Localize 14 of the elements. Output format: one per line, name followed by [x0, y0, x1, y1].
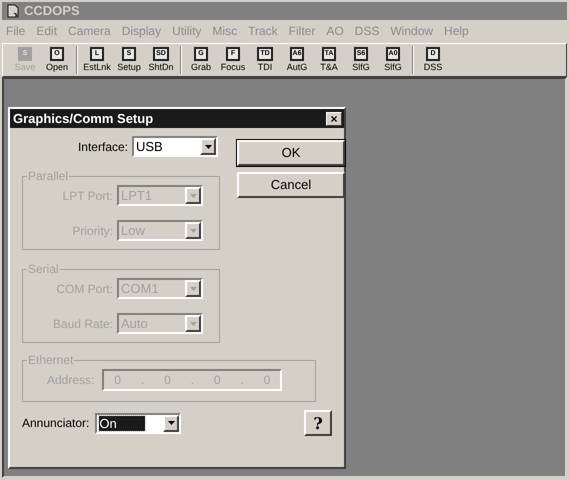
dialog-button[interactable]: Cancel [237, 172, 345, 198]
window-title: CCDOPS [24, 2, 80, 20]
field-label: Interface: [78, 138, 128, 156]
address-dot: . [190, 372, 194, 389]
dialog-title: Graphics/Comm Setup [13, 110, 154, 128]
close-button[interactable]: × [326, 112, 342, 126]
dropdown-field[interactable]: On [95, 412, 182, 434]
address-dot: . [240, 372, 244, 389]
help-button[interactable]: ? [304, 410, 332, 436]
address-dot: . [140, 372, 144, 389]
dialog-button[interactable]: OK [237, 140, 345, 166]
dropdown-field[interactable]: USB [132, 136, 218, 157]
field-label: Annunciator: [22, 415, 90, 432]
document-icon [6, 4, 20, 18]
